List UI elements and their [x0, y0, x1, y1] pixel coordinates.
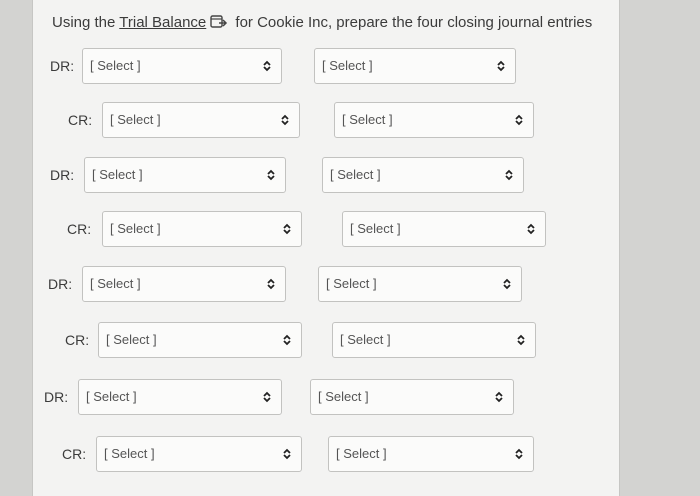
chevron-updown-icon [283, 223, 291, 235]
account-select[interactable]: [ Select ] [78, 379, 282, 415]
credit-label: CR: [68, 112, 93, 128]
instruction-prefix: Using the [52, 14, 120, 31]
trial-balance-link[interactable]: Trial Balance [119, 14, 206, 31]
chevron-updown-icon [497, 60, 505, 72]
select-value: [ Select ] [110, 112, 161, 127]
credit-label: CR: [62, 446, 87, 462]
select-value: [ Select ] [104, 446, 155, 461]
chevron-updown-icon [515, 448, 523, 460]
amount-select[interactable]: [ Select ] [334, 102, 534, 138]
select-value: [ Select ] [342, 112, 393, 127]
journal-row: DR: [ Select ] [ Select ] [0, 266, 700, 302]
select-value: [ Select ] [330, 167, 381, 182]
journal-row: CR: [ Select ] [ Select ] [0, 436, 700, 472]
chevron-updown-icon [267, 278, 275, 290]
amount-select[interactable]: [ Select ] [342, 211, 546, 247]
journal-row: CR: [ Select ] [ Select ] [0, 322, 700, 358]
account-select[interactable]: [ Select ] [96, 436, 302, 472]
chevron-updown-icon [283, 448, 291, 460]
chevron-updown-icon [283, 334, 291, 346]
amount-select[interactable]: [ Select ] [314, 48, 516, 84]
journal-row: DR: [ Select ] [ Select ] [0, 157, 700, 193]
select-value: [ Select ] [322, 58, 373, 73]
select-value: [ Select ] [340, 332, 391, 347]
chevron-updown-icon [281, 114, 289, 126]
amount-select[interactable]: [ Select ] [332, 322, 536, 358]
select-value: [ Select ] [106, 332, 157, 347]
amount-select[interactable]: [ Select ] [310, 379, 514, 415]
journal-row: CR: [ Select ] [ Select ] [0, 211, 700, 247]
select-value: [ Select ] [336, 446, 387, 461]
account-select[interactable]: [ Select ] [98, 322, 302, 358]
chevron-updown-icon [527, 223, 535, 235]
chevron-updown-icon [263, 391, 271, 403]
amount-select[interactable]: [ Select ] [328, 436, 534, 472]
journal-row: CR: [ Select ] [ Select ] [0, 102, 700, 138]
chevron-updown-icon [505, 169, 513, 181]
select-value: [ Select ] [92, 167, 143, 182]
chevron-updown-icon [517, 334, 525, 346]
journal-row: DR: [ Select ] [ Select ] [0, 379, 700, 415]
select-value: [ Select ] [86, 389, 137, 404]
chevron-updown-icon [495, 391, 503, 403]
chevron-updown-icon [503, 278, 511, 290]
credit-label: CR: [67, 221, 92, 237]
debit-label: DR: [44, 389, 69, 405]
select-value: [ Select ] [326, 276, 377, 291]
instruction-suffix: for Cookie Inc, prepare the four closing… [231, 14, 593, 31]
chevron-updown-icon [267, 169, 275, 181]
question-instruction: Using the Trial Balance for Cookie Inc, … [52, 14, 592, 31]
select-value: [ Select ] [350, 221, 401, 236]
external-link-icon[interactable] [210, 15, 228, 29]
chevron-updown-icon [515, 114, 523, 126]
debit-label: DR: [50, 58, 75, 74]
select-value: [ Select ] [90, 276, 141, 291]
select-value: [ Select ] [90, 58, 141, 73]
account-select[interactable]: [ Select ] [84, 157, 286, 193]
credit-label: CR: [65, 332, 90, 348]
amount-select[interactable]: [ Select ] [322, 157, 524, 193]
debit-label: DR: [48, 276, 73, 292]
amount-select[interactable]: [ Select ] [318, 266, 522, 302]
journal-row: DR: [ Select ] [ Select ] [0, 48, 700, 84]
chevron-updown-icon [263, 60, 271, 72]
select-value: [ Select ] [318, 389, 369, 404]
debit-label: DR: [50, 167, 75, 183]
account-select[interactable]: [ Select ] [102, 211, 302, 247]
account-select[interactable]: [ Select ] [82, 266, 286, 302]
account-select[interactable]: [ Select ] [102, 102, 300, 138]
select-value: [ Select ] [110, 221, 161, 236]
account-select[interactable]: [ Select ] [82, 48, 282, 84]
